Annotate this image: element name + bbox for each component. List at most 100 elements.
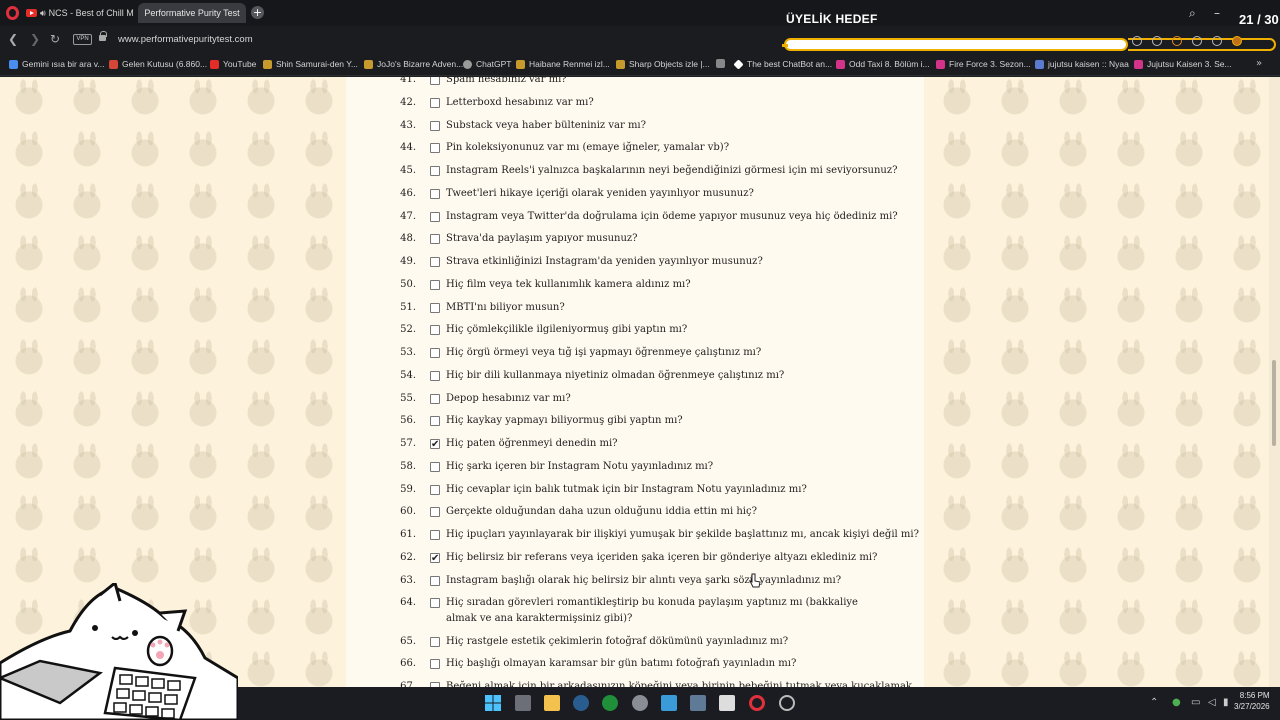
bookmarks-more-icon[interactable]: »	[1256, 58, 1262, 69]
question-text[interactable]: Strava'da paylaşım yapıyor musunuz?	[446, 231, 861, 247]
question-text[interactable]: Instagram veya Twitter'da doğrulama için…	[446, 209, 898, 225]
question-text[interactable]: Beğeni almak için bir arkadaşınızın köpe…	[446, 679, 912, 687]
bookmark-jujutsu[interactable]: Jujutsu Kaisen 3. Se...	[1134, 59, 1232, 69]
question-text[interactable]: Hiç film veya tek kullanımlık kamera ald…	[446, 277, 861, 293]
scrollbar-thumb[interactable]	[1272, 360, 1276, 446]
question-text[interactable]: Hiç cevaplar için balık tutmak için bir …	[446, 482, 861, 498]
question-checkbox[interactable]	[430, 437, 440, 453]
question-text[interactable]: Instagram Reels'i yalnızca başkalarının …	[446, 163, 897, 179]
question-checkbox[interactable]	[430, 325, 440, 336]
question-text[interactable]: Gerçekte olduğundan daha uzun olduğunu i…	[446, 504, 861, 520]
monitor-icon[interactable]: ▭	[1191, 697, 1200, 708]
lock-icon[interactable]	[99, 31, 107, 41]
question-checkbox[interactable]	[430, 507, 440, 518]
question-text[interactable]: Hiç şarkı içeren bir Instagram Notu yayı…	[446, 459, 861, 475]
extensions-icon[interactable]	[1192, 36, 1202, 46]
task-view-icon[interactable]	[515, 695, 531, 711]
question-checkbox[interactable]	[430, 279, 440, 290]
battery-icon[interactable]: ▮	[1223, 697, 1229, 708]
system-clock[interactable]: 8:56 PM 3/27/2026	[1234, 690, 1270, 712]
windows-start-icon[interactable]	[485, 695, 501, 711]
question-checkbox[interactable]	[430, 659, 440, 670]
back-icon[interactable]: ❮	[8, 32, 18, 46]
steam-icon[interactable]	[573, 695, 589, 711]
question-checkbox[interactable]	[430, 393, 440, 404]
question-checkbox[interactable]	[430, 302, 440, 313]
reload-icon[interactable]: ↻	[50, 32, 60, 46]
bookmark-chatgpt[interactable]: ChatGPT	[463, 59, 511, 69]
question-checkbox[interactable]	[430, 575, 440, 586]
menu-icon[interactable]	[1212, 36, 1222, 46]
opera-logo-icon[interactable]	[6, 6, 19, 20]
question-text[interactable]: Hiç başlığı olmayan karamsar bir gün bat…	[446, 656, 861, 672]
question-checkbox[interactable]	[430, 598, 440, 609]
bookmark-sharp-objects[interactable]: Sharp Objects izle |...	[616, 59, 710, 69]
question-checkbox[interactable]	[430, 416, 440, 427]
question-checkbox[interactable]	[430, 77, 440, 85]
settings-gear-icon[interactable]	[632, 695, 648, 711]
opera-taskbar-icon[interactable]	[749, 695, 765, 711]
bookmark-chatbot[interactable]: The best ChatBot an...	[733, 58, 832, 70]
question-checkbox[interactable]	[430, 636, 440, 647]
question-checkbox[interactable]	[430, 551, 440, 567]
xbox-icon[interactable]	[602, 695, 618, 711]
question-checkbox[interactable]	[430, 461, 440, 472]
question-checkbox[interactable]	[430, 211, 440, 222]
question-checkbox[interactable]	[430, 188, 440, 199]
question-text[interactable]: Letterboxd hesabınız var mı?	[446, 95, 861, 111]
app-status-icon[interactable]	[779, 695, 795, 711]
bookmark-youtube[interactable]: YouTube	[210, 59, 256, 69]
file-explorer-icon[interactable]	[544, 695, 560, 711]
search-tabs-icon[interactable]: ⌕	[1189, 6, 1196, 21]
speaker-icon[interactable]: 🔊︎	[40, 8, 46, 19]
photos-icon[interactable]	[661, 695, 677, 711]
question-text[interactable]: Instagram başlığı olarak hiç belirsiz bi…	[446, 573, 861, 589]
new-tab-button[interactable]: +	[251, 6, 264, 19]
question-checkbox[interactable]	[430, 257, 440, 267]
window-app-icon[interactable]	[690, 695, 706, 711]
question-text[interactable]: Hiç sıradan görevleri romantikleştirip b…	[446, 595, 861, 627]
tab-performative-purity[interactable]: Performative Purity Test	[138, 3, 246, 23]
bookmark-odd-taxi[interactable]: Odd Taxi 8. Bölüm i...	[836, 59, 930, 69]
snipping-tool-icon[interactable]	[719, 695, 735, 711]
camera-icon[interactable]	[1132, 36, 1142, 46]
tray-chevron-icon[interactable]: ⌃	[1150, 697, 1158, 708]
scrollbar[interactable]	[1269, 77, 1280, 687]
download-icon[interactable]	[1152, 36, 1162, 46]
question-checkbox[interactable]	[430, 530, 440, 540]
bookmark-blank[interactable]	[716, 59, 729, 68]
question-text[interactable]: MBTI'nı biliyor musun?	[446, 300, 861, 316]
question-text[interactable]: Hiç ipuçları yayınlayarak bir ilişkiyi y…	[446, 527, 919, 543]
question-text[interactable]: Substack veya haber bülteniniz var mı?	[446, 118, 861, 134]
tab-ncs[interactable]: 🔊︎ NCS - Best of Chill Mu	[24, 3, 134, 23]
bookmark-gmail[interactable]: Gelen Kutusu (6.860...	[109, 59, 207, 69]
bookmark-fire-force[interactable]: Fire Force 3. Sezon...	[936, 59, 1031, 69]
question-checkbox[interactable]	[430, 97, 440, 108]
question-checkbox[interactable]	[430, 370, 440, 381]
minimize-icon[interactable]: –	[1214, 6, 1220, 20]
bookmark-jojo[interactable]: JoJo's Bizarre Adven...	[364, 59, 463, 69]
question-text[interactable]: Spam hesabınız var mı?	[446, 77, 861, 88]
vpn-badge[interactable]: VPN	[73, 34, 92, 45]
question-text[interactable]: Depop hesabınız var mı?	[446, 391, 861, 407]
question-checkbox[interactable]	[430, 484, 440, 495]
question-text[interactable]: Hiç kaykay yapmayı biliyormuş gibi yaptı…	[446, 413, 861, 429]
question-text[interactable]: Hiç bir dili kullanmaya niyetiniz olmada…	[446, 368, 861, 384]
bookmark-haibane[interactable]: Haibane Renmei izl...	[516, 59, 610, 69]
question-checkbox[interactable]	[430, 120, 440, 131]
question-text[interactable]: Hiç paten öğrenmeyi denedin mi?	[446, 436, 861, 452]
url-field[interactable]: www.performativepuritytest.com	[118, 34, 253, 45]
question-text[interactable]: Hiç belirsiz bir referans veya içeriden …	[446, 550, 877, 566]
question-text[interactable]: Hiç rastgele estetik çekimlerin fotoğraf…	[446, 634, 861, 650]
question-checkbox[interactable]	[430, 143, 440, 154]
question-text[interactable]: Hiç çömlekçilikle ilgileniyormuş gibi ya…	[446, 322, 861, 338]
question-checkbox[interactable]	[430, 234, 440, 245]
question-text[interactable]: Hiç örgü örmeyi veya tığ işi yapmayı öğr…	[446, 345, 861, 361]
bookmark-shin-samurai[interactable]: Shin Samurai-den Y...	[263, 59, 358, 69]
bookmark-nyaa[interactable]: jujutsu kaisen :: Nyaa	[1035, 59, 1129, 69]
question-checkbox[interactable]	[430, 166, 440, 176]
question-text[interactable]: Strava etkinliğinizi Instagram'da yenide…	[446, 254, 861, 270]
question-checkbox[interactable]	[430, 348, 440, 358]
question-text[interactable]: Pin koleksiyonunuz var mı (emaye iğneler…	[446, 140, 861, 156]
question-text[interactable]: Tweet'leri hikaye içeriği olarak yeniden…	[446, 186, 861, 202]
